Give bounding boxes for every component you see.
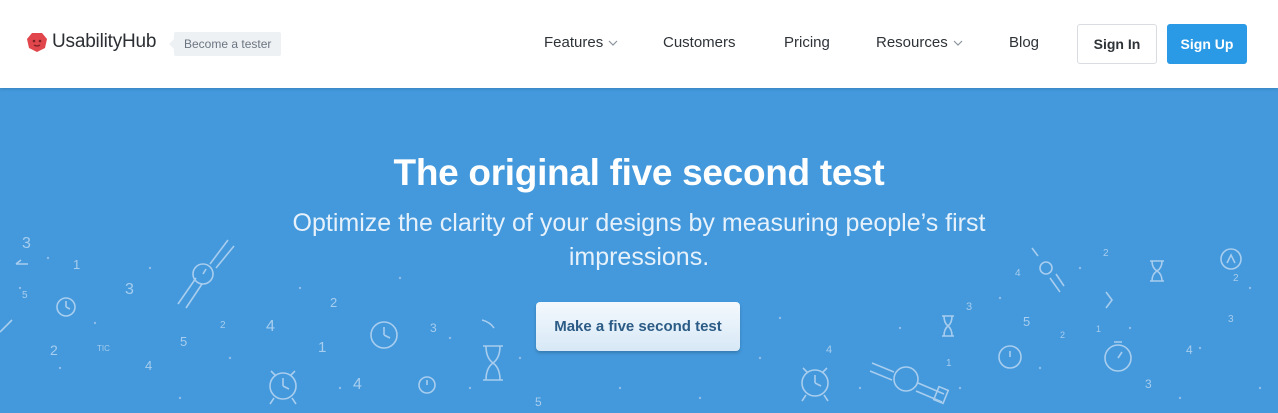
svg-text:2: 2	[50, 342, 58, 358]
site-header: UsabilityHub Become a tester Features Cu…	[0, 0, 1278, 88]
nav-customers[interactable]: Customers	[663, 34, 736, 51]
svg-text:3: 3	[430, 321, 437, 335]
svg-text:4: 4	[1015, 268, 1021, 279]
svg-text:5: 5	[22, 290, 28, 301]
svg-text:2: 2	[1060, 330, 1065, 340]
nav-pricing[interactable]: Pricing	[784, 34, 830, 51]
svg-text:3: 3	[1228, 314, 1234, 325]
svg-text:4: 4	[145, 358, 152, 373]
brand-logo[interactable]: UsabilityHub	[26, 31, 156, 53]
svg-text:4: 4	[353, 376, 362, 393]
svg-text:2: 2	[220, 320, 226, 331]
nav-blog[interactable]: Blog	[1009, 34, 1039, 51]
hero-section: 3 1 3 5 2 4 5 4 2 1 4 3 2 5 TIC 4 2 5 3 4 3 2 3 4 1 1…	[0, 88, 1278, 413]
hero-subtitle: Optimize the clarity of your designs by …	[292, 209, 986, 271]
svg-text:5: 5	[180, 334, 187, 349]
brand-name: UsabilityHub	[52, 31, 157, 52]
hero-title: The original five second test	[393, 152, 885, 193]
sign-up-button[interactable]: Sign Up	[1167, 24, 1247, 64]
svg-text:1: 1	[1096, 324, 1101, 334]
make-five-second-test-button[interactable]: Make a five second test	[536, 302, 740, 351]
svg-text:2: 2	[330, 295, 337, 310]
svg-text:3: 3	[22, 235, 31, 252]
svg-text:4: 4	[266, 318, 275, 335]
svg-text:1: 1	[73, 257, 80, 272]
svg-text:1: 1	[318, 339, 326, 356]
nav-features[interactable]: Features	[544, 34, 618, 51]
svg-text:TIC: TIC	[97, 344, 110, 353]
chevron-down-icon	[608, 40, 618, 46]
svg-text:3: 3	[1145, 377, 1152, 391]
svg-text:5: 5	[1023, 314, 1030, 329]
svg-text:5: 5	[535, 395, 542, 409]
svg-text:2: 2	[1103, 248, 1109, 259]
sign-in-button[interactable]: Sign In	[1077, 24, 1157, 64]
nav-resources-label: Resources	[876, 34, 948, 51]
svg-text:3: 3	[125, 281, 134, 298]
svg-text:1: 1	[946, 358, 952, 369]
clock-icon	[56, 297, 436, 394]
svg-text:4: 4	[826, 344, 832, 356]
become-tester-link[interactable]: Become a tester	[168, 32, 282, 56]
stopwatch-icon	[998, 248, 1242, 372]
usabilityhub-logo-icon	[27, 33, 47, 52]
alarm-clock-icon	[801, 367, 829, 402]
nav-features-label: Features	[544, 34, 604, 51]
chevron-down-icon	[953, 40, 963, 46]
svg-text:2: 2	[1233, 273, 1239, 284]
alarm-clock-icon	[269, 370, 297, 405]
watch-icon	[177, 239, 235, 309]
svg-text:3: 3	[966, 301, 972, 313]
svg-text:4: 4	[1186, 343, 1193, 357]
nav-resources[interactable]: Resources	[876, 34, 963, 51]
